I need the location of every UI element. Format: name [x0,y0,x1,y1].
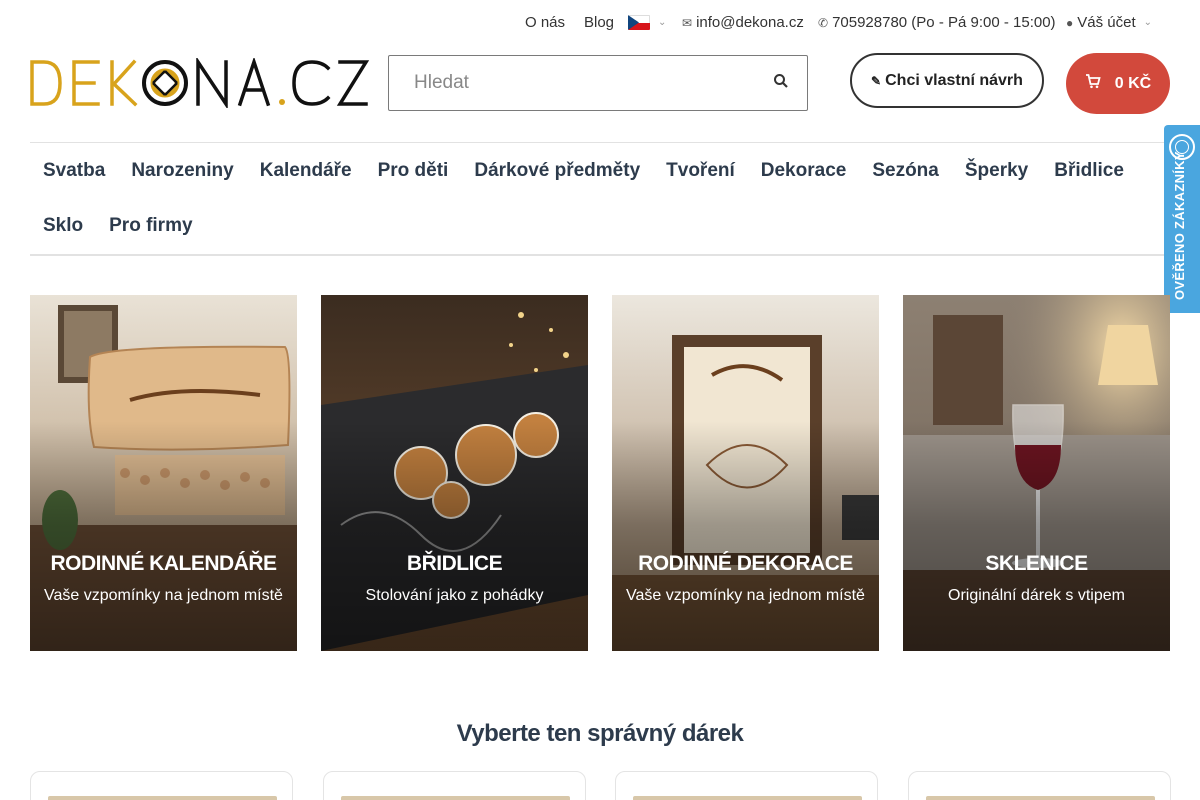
nav-item-sperky[interactable]: Šperky [952,160,1041,182]
envelope-icon: ✉ [682,15,693,30]
product-card[interactable] [30,771,293,800]
card-overlay [30,421,297,651]
search-box [388,55,808,111]
czech-flag-icon[interactable] [628,15,651,30]
email-label: info@dekona.cz [696,14,804,31]
nav-row-2: Sklo Pro firmy [30,198,1170,253]
verified-badge-label: OVĚŘENO ZÁKAZNÍKY [1172,151,1187,300]
nav-item-pro-deti[interactable]: Pro děti [365,160,462,182]
card-title: Rodinné dekorace [638,552,853,575]
category-card-slate[interactable]: Břidlice Stolování jako z pohádky [321,295,588,651]
nav-item-pro-firmy[interactable]: Pro firmy [96,215,205,237]
cart-icon [1085,73,1101,94]
nav-item-sklo[interactable]: Sklo [30,215,96,237]
product-thumbnail [48,796,277,800]
about-link[interactable]: O nás [525,14,565,31]
chevron-down-icon: ⌄ [658,17,667,28]
product-card[interactable] [908,771,1171,800]
account-label: Váš účet [1077,14,1136,31]
nav-item-bridlice[interactable]: Břidlice [1041,160,1137,182]
cart-button[interactable]: 0 KČ [1066,53,1170,114]
product-thumbnail [926,796,1155,800]
card-text: Břidlice Stolování jako z pohádky [333,551,576,607]
card-title: Rodinné kalendáře [50,552,277,575]
top-bar: O nás Blog ⌄ ✉ info@dekona.cz ✆ 70592878… [0,0,1200,44]
user-icon: ● [1066,15,1074,30]
about-label: O nás [525,14,566,31]
pencil-icon: ✎ [871,73,882,88]
site-logo[interactable] [30,56,370,110]
search-input[interactable] [390,57,750,109]
category-card-family-decor[interactable]: Rodinné dekorace Vaše vzpomínky na jedno… [612,295,879,651]
blog-link[interactable]: Blog ⌄ [584,14,666,31]
chevron-down-icon: ⌄ [1143,17,1153,28]
section-title: Vyberte ten správný dárek [456,720,744,747]
phone-link[interactable]: ✆ 705928780 (Po - Pá 9:00 - 15:00) [818,14,1056,31]
phone-label: 705928780 (Po - Pá 9:00 - 15:00) [832,14,1056,31]
account-menu[interactable]: ● Váš účet ⌄ [1066,14,1152,31]
card-overlay [612,421,879,651]
category-card-glasses[interactable]: Sklenice Originální dárek s vtipem [903,295,1170,651]
nav-item-darkove-predmety[interactable]: Dárkové předměty [461,160,653,182]
card-overlay [903,421,1170,651]
phone-icon: ✆ [818,15,829,30]
card-overlay [321,421,588,651]
card-title: Sklenice [985,552,1088,575]
nav-item-dekorace[interactable]: Dekorace [748,160,860,182]
product-card[interactable] [615,771,878,800]
email-link[interactable]: ✉ info@dekona.cz [682,14,804,31]
custom-design-button[interactable]: ✎ Chci vlastní návrh [850,53,1044,108]
product-thumbnail [633,796,862,800]
nav-divider-bottom [30,254,1170,256]
card-subtitle: Originální dárek s vtipem [948,587,1125,604]
blog-label: Blog [584,14,615,31]
card-text: Rodinné kalendáře Vaše vzpomínky na jedn… [42,551,285,607]
product-card[interactable] [323,771,586,800]
card-subtitle: Stolování jako z pohádky [365,587,544,604]
verified-customers-badge[interactable]: OVĚŘENO ZÁKAZNÍKY [1164,125,1200,313]
custom-design-label: Chci vlastní návrh [885,71,1023,89]
nav-item-svatba[interactable]: Svatba [30,160,118,182]
nav-item-kalendare[interactable]: Kalendáře [247,160,365,182]
nav-item-tvoreni[interactable]: Tvoření [653,160,748,182]
nav-item-sezona[interactable]: Sezóna [859,160,952,182]
category-card-family-calendars[interactable]: Rodinné kalendáře Vaše vzpomínky na jedn… [30,295,297,651]
card-text: Sklenice Originální dárek s vtipem [915,551,1158,607]
card-title: Břidlice [406,552,503,575]
card-text: Rodinné dekorace Vaše vzpomínky na jedno… [624,551,867,607]
main-navigation: Svatba Narozeniny Kalendáře Pro děti Dár… [30,143,1170,253]
nav-row-1: Svatba Narozeniny Kalendáře Pro děti Dár… [30,143,1170,198]
product-thumbnail [341,796,570,800]
search-icon[interactable] [773,73,793,93]
card-subtitle: Vaše vzpomínky na jednom místě [44,587,283,604]
nav-item-narozeniny[interactable]: Narozeniny [118,160,246,182]
cart-total: 0 KČ [1114,74,1152,92]
card-subtitle: Vaše vzpomínky na jednom místě [626,587,865,604]
